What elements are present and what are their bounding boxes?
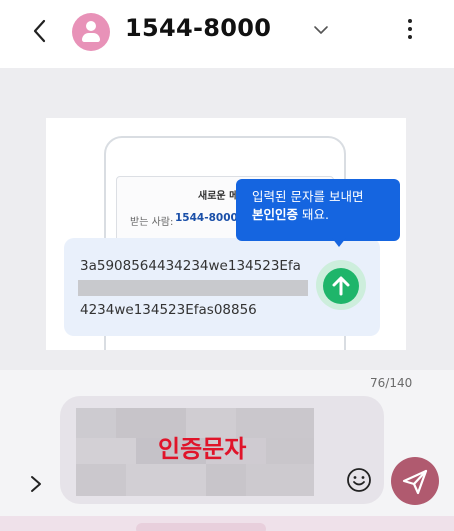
message-line-2: 4234we134523Efas08856 bbox=[80, 302, 257, 318]
person-icon bbox=[86, 21, 96, 31]
top-bar: 1544-8000 bbox=[0, 0, 454, 68]
smiley-icon[interactable] bbox=[346, 467, 372, 493]
avatar[interactable] bbox=[72, 13, 110, 51]
tooltip-line-1: 입력된 문자를 보내면 bbox=[252, 189, 364, 204]
bottom-handle bbox=[136, 523, 266, 531]
new-message-label: 새로운 메 bbox=[198, 191, 239, 202]
send-button[interactable] bbox=[391, 457, 439, 505]
message-text: 인증문자 bbox=[158, 435, 247, 463]
arrow-up-icon bbox=[323, 268, 359, 304]
char-counter: 76/140 bbox=[370, 376, 413, 390]
tooltip-rest: 돼요. bbox=[298, 207, 329, 222]
contact-title[interactable]: 1544-8000 bbox=[125, 14, 271, 42]
paper-plane-icon bbox=[402, 469, 428, 495]
back-arrow-icon[interactable] bbox=[26, 16, 54, 46]
tooltip: 입력된 문자를 보내면 본인인증 돼요. bbox=[236, 179, 400, 241]
recipient-label: 받는 사람: bbox=[130, 217, 174, 228]
blurred-line bbox=[78, 280, 308, 296]
more-vertical-icon[interactable] bbox=[400, 16, 420, 48]
chevron-down-icon[interactable] bbox=[312, 22, 330, 36]
tooltip-tail bbox=[332, 238, 346, 247]
tooltip-bold: 본인인증 bbox=[252, 207, 299, 222]
recipient-number: 1544-8000 bbox=[175, 212, 238, 224]
attached-image[interactable]: 새로운 메 받는 사람: 1544-8000 3a5908564434234we… bbox=[46, 118, 406, 350]
chevron-right-icon[interactable] bbox=[28, 474, 44, 494]
message-line-1: 3a5908564434234we134523Efa bbox=[80, 258, 301, 274]
